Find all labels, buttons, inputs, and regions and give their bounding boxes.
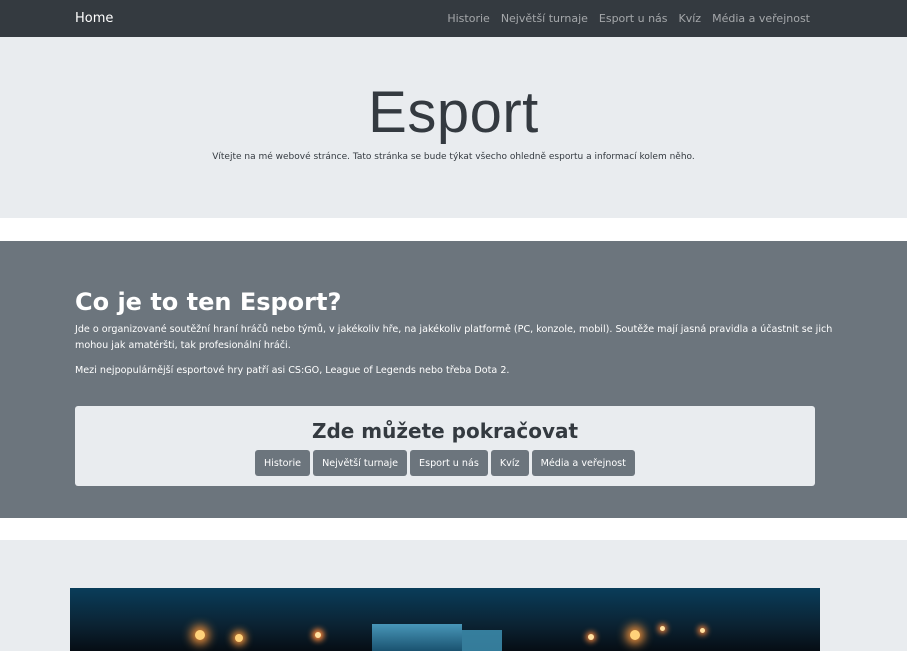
continue-card: Zde můžete pokračovat Historie Největší … [75,406,815,486]
image-section [0,540,907,651]
button-media-a-verejnost[interactable]: Média a veřejnost [531,450,635,476]
button-kviz[interactable]: Kvíz [490,450,529,476]
nav-link-kviz[interactable]: Kvíz [679,12,702,25]
hero-jumbotron: Esport Vítejte na mé webové stránce. Tat… [0,37,907,218]
nav-link-nejvetsi-turnaje[interactable]: Největší turnaje [501,12,588,25]
nav-link-esport-u-nas[interactable]: Esport u nás [599,12,668,25]
nav-link-historie[interactable]: Historie [447,12,489,25]
nav-link-media-a-verejnost[interactable]: Média a veřejnost [712,12,810,25]
about-paragraph-2: Mezi nejpopulárnější esportové hry patří… [75,365,510,376]
nav-links: Historie Největší turnaje Esport u nás K… [436,12,810,25]
button-nejvetsi-turnaje[interactable]: Největší turnaje [313,450,408,476]
button-esport-u-nas[interactable]: Esport u nás [410,450,488,476]
continue-heading: Zde můžete pokračovat [311,419,579,443]
hero-title: Esport [368,80,539,145]
nav-home-link[interactable]: Home [75,11,113,26]
continue-button-group: Historie Největší turnaje Esport u nás K… [75,450,815,476]
esport-arena-photo [70,588,820,651]
hero-subtitle: Vítejte na mé webové stránce. Tato strán… [212,152,695,162]
about-paragraph-1: Jde o organizované soutěžní hraní hráčů … [75,324,833,351]
top-navbar: Home Historie Největší turnaje Esport u … [0,0,907,37]
about-section: Co je to ten Esport? Jde o organizované … [0,241,907,518]
about-heading: Co je to ten Esport? [75,288,342,316]
button-historie[interactable]: Historie [255,450,311,476]
